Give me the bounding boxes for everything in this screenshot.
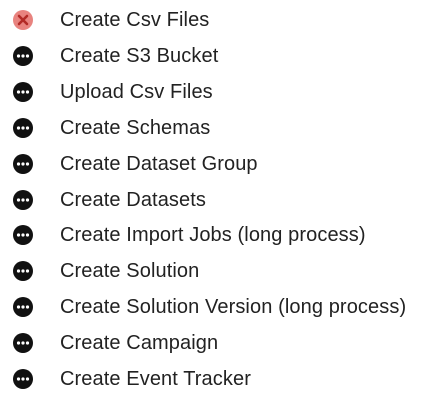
step-item: Create Dataset Group <box>0 146 444 182</box>
step-label: Create Campaign <box>60 332 219 355</box>
step-label: Create Solution <box>60 260 200 283</box>
step-item: Create Datasets <box>0 182 444 218</box>
error-circle-icon <box>13 10 33 30</box>
step-item: Create Event Tracker <box>0 361 444 397</box>
pending-dots-icon <box>13 189 33 210</box>
step-item: Create Campaign <box>0 325 444 361</box>
step-item: Create Csv Files <box>0 2 444 38</box>
step-list: Create Csv Files Create S3 Bucket Upload C… <box>0 0 444 390</box>
step-label: Create Event Tracker <box>60 368 251 390</box>
pending-dots-icon <box>13 117 33 138</box>
pending-dots-icon <box>13 153 33 174</box>
pending-dots-icon <box>13 261 33 282</box>
pending-dots-icon <box>13 45 33 66</box>
step-label: Upload Csv Files <box>60 80 213 103</box>
pending-dots-icon <box>13 333 33 354</box>
step-label: Create Dataset Group <box>60 152 258 175</box>
step-label: Create Import Jobs (long process) <box>60 224 366 247</box>
pending-dots-icon <box>13 297 33 318</box>
step-item: Create Solution Version (long process) <box>0 289 444 325</box>
pending-dots-icon <box>13 81 33 102</box>
step-item: Create Solution <box>0 253 444 289</box>
step-item: Create S3 Bucket <box>0 38 444 74</box>
step-label: Create Solution Version (long process) <box>60 296 407 319</box>
step-item: Upload Csv Files <box>0 74 444 110</box>
step-label: Create S3 Bucket <box>60 44 219 67</box>
step-label: Create Datasets <box>60 188 207 211</box>
pending-dots-icon <box>13 369 33 389</box>
step-item: Create Import Jobs (long process) <box>0 217 444 253</box>
pending-dots-icon <box>13 225 33 246</box>
step-label: Create Csv Files <box>60 9 210 31</box>
step-item: Create Schemas <box>0 110 444 146</box>
step-label: Create Schemas <box>60 116 211 139</box>
